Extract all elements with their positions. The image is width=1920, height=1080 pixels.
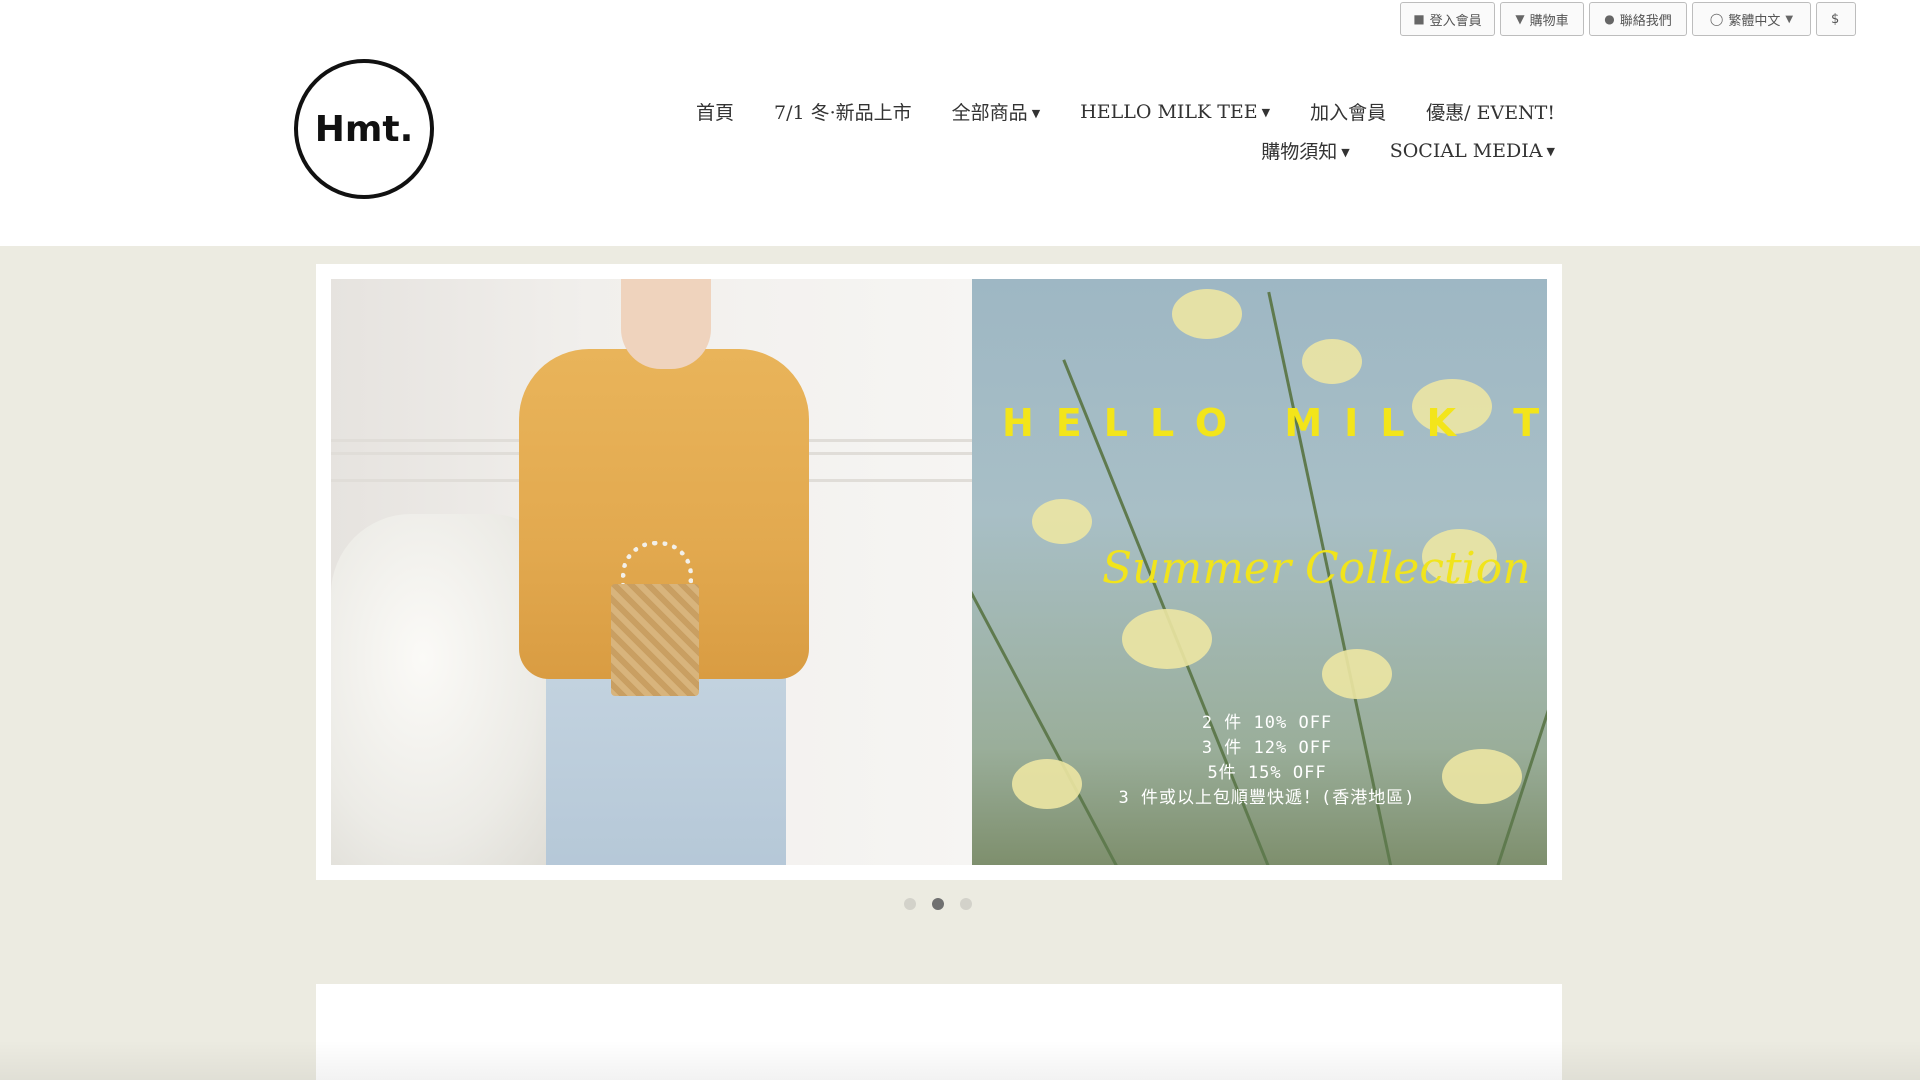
banner-subtitle: Summer Collection [1102,543,1531,594]
promo-line: 3 件 12% OFF [1201,738,1333,758]
flower [1122,609,1212,669]
caret-down-icon: ▼ [1341,146,1350,159]
nav-label: 全部商品 [951,102,1028,124]
user-icon: ■ [1413,12,1425,26]
flower-photo: HELLO MILK TEE Summer Collection 2 件 10%… [972,279,1547,865]
globe-icon: ◯ [1709,12,1724,26]
carousel-indicators [904,898,972,910]
login-button[interactable]: ■ 登入會員 [1400,2,1495,36]
nav-item-new-arrivals[interactable]: 7/1 冬·新品上市 [774,98,912,125]
promo-line: 2 件 10% OFF [1201,713,1333,733]
chevron-down-icon: ▼ [1785,13,1794,25]
nav-label: 7/1 冬·新品上市 [774,102,912,124]
straw-bag [611,584,699,696]
hero-banner[interactable]: HELLO MILK TEE Summer Collection 2 件 10%… [331,279,1547,865]
cart-icon: ▼ [1515,12,1525,26]
flower [1302,339,1362,384]
carousel-dot-3[interactable] [960,898,972,910]
main-navigation: 首頁 7/1 冬·新品上市 全部商品 ▼ HELLO MILK TEE ▼ 加入會員… [655,92,1555,170]
language-label: 繁體中文 [1728,13,1781,29]
caret-down-icon: ▼ [1546,144,1555,158]
contact-button[interactable]: ● 聯絡我們 [1589,2,1687,36]
nav-row-primary: 首頁 7/1 冬·新品上市 全部商品 ▼ HELLO MILK TEE ▼ 加入會員… [655,92,1555,131]
chat-bubble-icon: ● [1604,12,1615,26]
nav-item-social-media[interactable]: SOCIAL MEDIA ▼ [1390,140,1555,162]
nav-label: HELLO MILK TEE [1080,100,1258,123]
contact-label: 聯絡我們 [1619,13,1672,29]
nav-item-hello-milk-tee[interactable]: HELLO MILK TEE ▼ [1080,101,1270,123]
hero-banner-frame: HELLO MILK TEE Summer Collection 2 件 10%… [316,264,1562,880]
flower [1322,649,1392,699]
banner-title: HELLO MILK TEE [1002,401,1547,445]
currency-label: $ [1831,11,1840,27]
cart-button[interactable]: ▼ 購物車 [1500,2,1584,36]
carousel-dot-2[interactable] [932,898,944,910]
language-dropdown[interactable]: ◯ 繁體中文 ▼ [1692,2,1811,36]
nav-item-shopping-guide[interactable]: 購物須知 ▼ [1261,137,1349,164]
caret-down-icon: ▼ [1031,107,1041,120]
cart-label: 購物車 [1529,13,1569,29]
site-logo[interactable]: Hmt. [294,59,434,199]
nav-label: 購物須知 [1261,141,1338,163]
login-label: 登入會員 [1429,13,1482,29]
top-utility-bar: ■ 登入會員 ▼ 購物車 ● 聯絡我們 ◯ 繁體中文 ▼ $ [1400,0,1920,40]
promo-line: 3 件或以上包順豐快遞！(香港地區) [1118,788,1416,808]
bottom-shadow [0,1040,1920,1080]
nav-label: SOCIAL MEDIA [1389,139,1543,162]
nav-item-home[interactable]: 首頁 [696,98,734,125]
nav-item-join-member[interactable]: 加入會員 [1310,98,1386,125]
nav-label: 加入會員 [1310,102,1387,124]
nav-item-event[interactable]: 優惠/ EVENT! [1426,98,1555,125]
promo-line: 5件 15% OFF [1207,763,1327,783]
flower [1032,499,1092,544]
caret-down-icon: ▼ [1261,105,1271,119]
currency-button[interactable]: $ [1816,2,1856,36]
nav-label: 首頁 [695,102,734,124]
model-neck [621,279,711,369]
carousel-dot-1[interactable] [904,898,916,910]
model-photo [331,279,972,865]
logo-text: Hmt. [314,108,414,150]
nav-item-all-products[interactable]: 全部商品 ▼ [952,98,1040,125]
flower [1172,289,1242,339]
nav-row-secondary: 購物須知 ▼ SOCIAL MEDIA ▼ [655,131,1555,170]
nav-label: 優惠/ EVENT! [1426,102,1555,124]
promo-text: 2 件 10% OFF 3 件 12% OFF 5件 15% OFF 3 件或以… [1052,711,1482,811]
